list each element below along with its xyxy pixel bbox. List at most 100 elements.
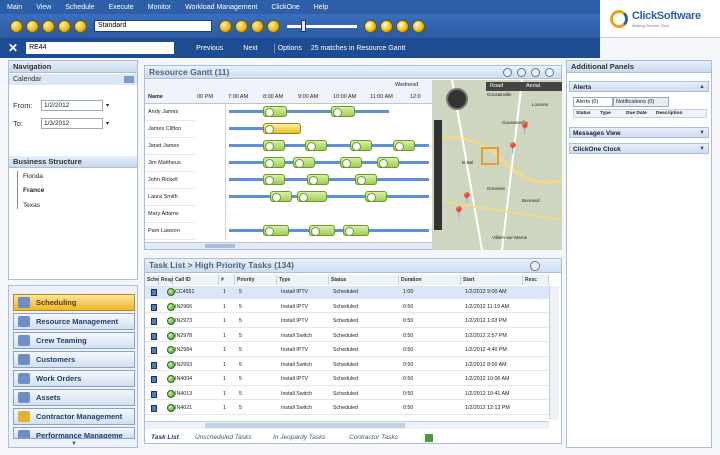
- resource-row[interactable]: Andy James: [145, 104, 195, 121]
- toolbar-icon-5[interactable]: [74, 19, 87, 33]
- calendar-icon[interactable]: [124, 76, 134, 83]
- toolbar-icon-8[interactable]: [251, 19, 264, 33]
- task-bar[interactable]: [270, 191, 292, 202]
- tree-item-france[interactable]: France: [23, 187, 44, 194]
- gantt-scroll-thumb[interactable]: [205, 244, 235, 248]
- task-row[interactable]: IN4004 1 5 Install IPTV Scheduled 0:50 1/2/201…: [145, 373, 549, 386]
- task-row[interactable]: IN2993 1 5 Install Switch Scheduled 0:50 1/2/2…: [145, 359, 549, 371]
- col-resource[interactable]: Resc: [523, 275, 549, 285]
- nav-work-orders[interactable]: Work Orders: [13, 370, 135, 387]
- messages-view-section[interactable]: Messages View ▼: [569, 127, 709, 138]
- col-status[interactable]: Status: [329, 275, 399, 285]
- toolbar-icon-7[interactable]: [235, 19, 248, 33]
- task-bar[interactable]: [343, 225, 369, 236]
- options-button[interactable]: Options: [273, 43, 305, 53]
- task-bar-highlighted[interactable]: [263, 123, 301, 134]
- resource-row[interactable]: Jim Mattheus: [145, 155, 195, 172]
- previous-button[interactable]: Previous: [196, 45, 223, 52]
- toolbar-icon-2[interactable]: [26, 19, 39, 33]
- map-pin-icon[interactable]: 📍: [518, 122, 532, 135]
- user-icon[interactable]: [412, 19, 425, 33]
- tab-alerts[interactable]: Alerts (0): [573, 97, 613, 107]
- close-search-icon[interactable]: ✕: [8, 41, 18, 55]
- tree-item-texas[interactable]: Texas: [23, 202, 40, 209]
- help-icon[interactable]: [364, 19, 377, 33]
- chevron-down-icon[interactable]: ▼: [699, 144, 705, 155]
- col-priority[interactable]: Priority: [235, 275, 277, 285]
- task-bar[interactable]: [263, 225, 289, 236]
- menu-main[interactable]: Main: [0, 4, 29, 11]
- col-number[interactable]: #: [219, 275, 235, 285]
- nav-performance-management[interactable]: Performance Manageme: [13, 427, 135, 439]
- toolbar-icon-3[interactable]: [42, 19, 55, 33]
- map-pin-icon[interactable]: 📍: [506, 142, 520, 155]
- gantt-zoom-in-icon[interactable]: [503, 68, 512, 77]
- question-icon[interactable]: [380, 19, 393, 33]
- resource-row[interactable]: Pam Lawson: [145, 223, 195, 240]
- menu-monitor[interactable]: Monitor: [141, 4, 178, 11]
- next-button[interactable]: Next: [243, 45, 257, 52]
- toolbar-icon-4[interactable]: [58, 19, 71, 33]
- tab-contractor-tasks[interactable]: Contractor Tasks: [349, 432, 398, 444]
- menu-workload-management[interactable]: Workload Management: [178, 4, 264, 11]
- task-row[interactable]: IN2978 1 5 Install Switch Scheduled 0:50 1/2/2…: [145, 330, 549, 342]
- col-schedule[interactable]: Sche: [145, 275, 159, 285]
- view-select[interactable]: Standard: [94, 20, 212, 32]
- toolbar-icon-6[interactable]: [219, 19, 232, 33]
- map-pin-icon[interactable]: 📍: [460, 192, 474, 205]
- clickone-clock-section[interactable]: ClickOne Clock ▼: [569, 143, 709, 154]
- menu-schedule[interactable]: Schedule: [58, 4, 101, 11]
- alerts-col-type[interactable]: Type: [600, 111, 611, 116]
- nav-scheduling[interactable]: Scheduling: [13, 294, 135, 311]
- alerts-section[interactable]: Alerts ▲: [569, 81, 709, 92]
- gantt-settings-icon[interactable]: [531, 68, 540, 77]
- task-bar[interactable]: [305, 140, 327, 151]
- nav-customers[interactable]: Customers: [13, 351, 135, 368]
- alerts-col-status[interactable]: Status: [576, 111, 591, 116]
- col-call-id[interactable]: Call ID: [173, 275, 219, 285]
- task-row[interactable]: IN2966 1 5 Install IPTV Scheduled 0:50 1/2/201…: [145, 301, 549, 313]
- tab-unscheduled-tasks[interactable]: Unscheduled Tasks: [195, 432, 252, 444]
- from-date-input[interactable]: 1/2/2012: [41, 100, 103, 111]
- task-bar[interactable]: [393, 140, 415, 151]
- info-icon[interactable]: [396, 19, 409, 33]
- resource-row[interactable]: James Clifton: [145, 121, 195, 138]
- col-resp[interactable]: Resp: [159, 275, 173, 285]
- gantt-zoom-out-icon[interactable]: [517, 68, 526, 77]
- map-aerial-button[interactable]: Aerial: [526, 82, 540, 91]
- task-bar[interactable]: [263, 140, 285, 151]
- task-bar[interactable]: [365, 191, 387, 202]
- task-bar[interactable]: [355, 174, 377, 185]
- task-bar[interactable]: [340, 157, 362, 168]
- resource-row[interactable]: John Rickell: [145, 172, 195, 189]
- task-bar[interactable]: [350, 140, 372, 151]
- task-list-settings-icon[interactable]: [530, 261, 540, 271]
- map-zoom-slider[interactable]: [434, 120, 442, 230]
- task-bar[interactable]: [331, 106, 355, 117]
- task-bar[interactable]: [297, 191, 327, 202]
- task-bar[interactable]: [307, 174, 329, 185]
- menu-view[interactable]: View: [29, 4, 58, 11]
- map-road-button[interactable]: Road: [490, 82, 503, 91]
- gantt-horizontal-scrollbar[interactable]: [145, 242, 433, 249]
- zoom-slider[interactable]: [287, 19, 357, 32]
- task-bar[interactable]: [377, 157, 399, 168]
- gantt-refresh-icon[interactable]: [545, 68, 554, 77]
- task-list-horizontal-scrollbar[interactable]: [145, 421, 549, 429]
- map-pin-icon[interactable]: 📍: [452, 206, 466, 219]
- search-input[interactable]: RE44: [26, 42, 175, 54]
- task-row[interactable]: IN2984 1 5 Install IPTV Scheduled 0:50 1/2/201…: [145, 344, 549, 357]
- nav-crew-teaming[interactable]: Crew Teaming: [13, 332, 135, 349]
- task-row[interactable]: IN2973 1 5 Install IPTV Scheduled 0:50 1/2/201…: [145, 315, 549, 328]
- to-date-dropdown-icon[interactable]: ▾: [106, 120, 109, 127]
- to-date-input[interactable]: 1/3/2012: [41, 118, 103, 129]
- add-tab-icon[interactable]: [425, 434, 433, 442]
- menu-clickone[interactable]: ClickOne: [264, 4, 306, 11]
- nav-assets[interactable]: Assets: [13, 389, 135, 406]
- resource-row[interactable]: Mary Adams: [145, 206, 195, 223]
- map-pan-control[interactable]: [446, 88, 468, 110]
- col-type[interactable]: Type: [277, 275, 329, 285]
- task-list-vertical-scrollbar[interactable]: [549, 286, 559, 420]
- col-duration[interactable]: Duration: [399, 275, 461, 285]
- nav-contractor-management[interactable]: Contractor Management: [13, 408, 135, 425]
